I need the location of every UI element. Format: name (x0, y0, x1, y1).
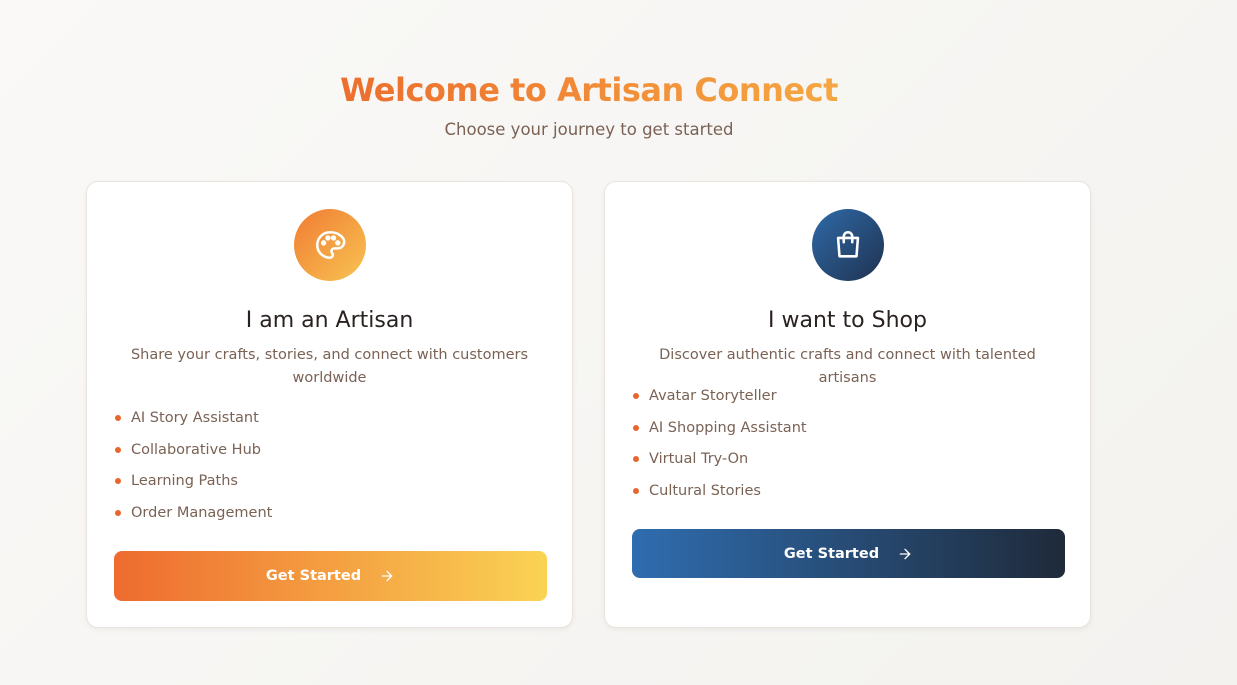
artisan-card[interactable]: I am an Artisan Share your crafts, stori… (86, 181, 573, 628)
feature-item: AI Story Assistant (115, 406, 272, 438)
shop-card-title: I want to Shop (768, 308, 927, 333)
arrow-right-icon (379, 568, 395, 584)
shop-get-started-button[interactable]: Get Started (632, 529, 1065, 578)
feature-label: Cultural Stories (649, 482, 761, 499)
bullet-dot (633, 487, 639, 494)
page-title: Welcome to Artisan Connect (340, 68, 838, 112)
bullet-dot (115, 478, 121, 484)
page-subtitle: Choose your journey to get started (444, 120, 734, 139)
feature-label: Order Management (131, 504, 273, 521)
page-header: Welcome to Artisan Connect Choose your j… (0, 68, 1178, 142)
bullet-dot (115, 446, 121, 453)
shop-get-started-label: Get Started (783, 545, 880, 562)
feature-label: Learning Paths (131, 473, 238, 489)
bullet-dot (633, 456, 639, 462)
artisan-card-description: Share your crafts, stories, and connect … (130, 347, 529, 386)
shopping-bag-icon (836, 230, 860, 258)
feature-label: Avatar Storyteller (649, 388, 777, 404)
artisan-get-started-button[interactable]: Get Started (114, 551, 547, 601)
feature-item: Learning Paths (115, 469, 272, 501)
artisan-card-title: I am an Artisan (245, 308, 414, 333)
artisan-icon-badge (294, 209, 366, 281)
feature-label: AI Shopping Assistant (649, 419, 807, 436)
bullet-dot (115, 509, 121, 516)
arrow-right-icon (897, 546, 913, 562)
artisan-feature-list: AI Story Assistant Collaborative Hub Lea… (115, 406, 272, 532)
shop-feature-list: Avatar Storyteller AI Shopping Assistant… (633, 384, 807, 510)
feature-item: AI Shopping Assistant (633, 416, 807, 448)
feature-item: Virtual Try-On (633, 447, 807, 479)
bullet-dot (633, 393, 639, 399)
feature-label: AI Story Assistant (131, 410, 259, 426)
bullet-dot (633, 424, 639, 431)
palette-icon (315, 230, 346, 260)
feature-item: Cultural Stories (633, 479, 807, 511)
artisan-get-started-label: Get Started (265, 568, 362, 584)
feature-item: Collaborative Hub (115, 438, 272, 470)
feature-label: Collaborative Hub (131, 441, 261, 458)
feature-label: Virtual Try-On (649, 451, 749, 467)
shop-icon-badge (812, 209, 884, 281)
feature-item: Avatar Storyteller (633, 384, 807, 416)
feature-item: Order Management (115, 501, 272, 533)
shop-card[interactable]: I want to Shop Discover authentic crafts… (604, 181, 1091, 628)
bullet-dot (115, 415, 121, 421)
